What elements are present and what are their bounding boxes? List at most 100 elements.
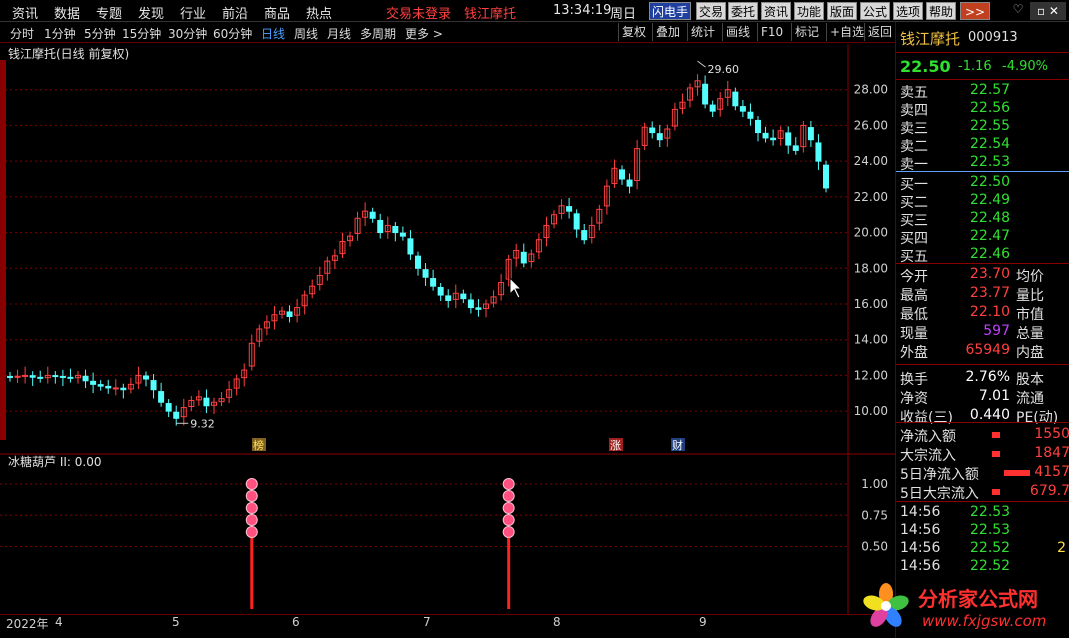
row-value: 23.77	[969, 285, 1010, 301]
f10-button[interactable]: F10	[757, 23, 786, 41]
low-price-label: 9.32	[190, 417, 215, 430]
row-label: 最低	[900, 307, 928, 323]
current-stock: 钱江摩托	[464, 7, 517, 22]
row-label: 最高	[900, 288, 928, 304]
indicator-tick-label: 0.75	[861, 508, 888, 522]
row-value: 22.53	[970, 522, 1011, 538]
stock-name: 钱江摩托	[900, 30, 961, 48]
flash-trade-button[interactable]: 闪电手	[649, 2, 692, 20]
candle-body	[739, 106, 746, 112]
high-price-label: 29.60	[708, 63, 740, 76]
layout-button[interactable]: 版面	[827, 2, 858, 20]
add-watch-button[interactable]: +自选	[826, 23, 867, 41]
row-value: 22.50	[970, 174, 1011, 190]
tick-row: 14:56 22.52 2	[896, 540, 1069, 558]
row-value: 22.54	[970, 136, 1011, 152]
row-label: 14:56	[900, 558, 941, 574]
candle-body	[807, 127, 814, 141]
marker-bang[interactable]: 榜	[253, 438, 264, 452]
row-extra-label: 市值	[1016, 307, 1044, 323]
row-label: 5日净流入额	[900, 467, 979, 483]
flow-bar	[992, 451, 1000, 457]
menu-item-hot[interactable]: 热点	[306, 3, 332, 22]
adjust-button[interactable]: 复权	[618, 23, 649, 41]
menu-item-discover[interactable]: 发现	[138, 3, 164, 22]
mark-button[interactable]: 标记	[791, 23, 822, 41]
row-value: 1847	[1034, 445, 1069, 461]
menu-item-data[interactable]: 数据	[54, 3, 80, 22]
menu-item-industry[interactable]: 行业	[180, 3, 206, 22]
row-value: 22.49	[970, 192, 1011, 208]
formula-button[interactable]: 公式	[860, 2, 891, 20]
row-value: 4157	[1034, 464, 1069, 480]
more-button[interactable]: >>	[960, 2, 990, 20]
menu-item-frontier[interactable]: 前沿	[222, 3, 248, 22]
candle-body	[626, 179, 633, 187]
tab-60min[interactable]: 60分钟	[213, 25, 252, 42]
candle-body	[377, 219, 384, 234]
menu-item-topics[interactable]: 专题	[96, 3, 122, 22]
tab-intraday[interactable]: 分时	[10, 25, 34, 42]
candles-group	[7, 60, 829, 426]
tab-multi[interactable]: 多周期	[360, 25, 396, 42]
login-status[interactable]: 交易未登录	[386, 3, 451, 22]
back-button[interactable]: 返回	[864, 23, 895, 41]
row-value: 22.10	[969, 304, 1010, 320]
kline-chart[interactable]: 钱江摩托(日线 前复权) 28.00 26.00 24.00 22.00 20.00 18…	[0, 44, 895, 614]
stats-button[interactable]: 统计	[687, 23, 718, 41]
bid-row: 买二 22.49	[896, 192, 1069, 211]
bid-row: 买四 22.47	[896, 228, 1069, 247]
row-value: 1550	[1034, 426, 1069, 442]
marker-cai[interactable]: 财	[672, 438, 683, 452]
flow-row: 5日净流入额 4157	[896, 464, 1069, 483]
tab-daily[interactable]: 日线	[261, 25, 285, 42]
row-value: 22.47	[970, 228, 1011, 244]
tab-30min[interactable]: 30分钟	[168, 25, 207, 42]
tab-5min[interactable]: 5分钟	[84, 25, 116, 42]
row-value: 679.7	[1029, 483, 1069, 499]
menu-item-news[interactable]: 资讯	[12, 3, 38, 22]
y-tick-label: 14.00	[854, 333, 888, 347]
mouse-cursor-icon	[509, 276, 523, 299]
function-button[interactable]: 功能	[794, 2, 825, 20]
tab-1min[interactable]: 1分钟	[44, 25, 76, 42]
candle-body	[581, 230, 588, 241]
signal-bead	[502, 514, 515, 526]
indicator-axis: 1.00 0.75 0.50	[861, 477, 888, 554]
draw-button[interactable]: 画线	[722, 23, 753, 41]
indicator-title: 冰糖葫芦 II: 0.00	[8, 454, 101, 469]
y-tick-label: 16.00	[854, 297, 888, 311]
date-label: 6	[292, 615, 300, 629]
window-controls[interactable]: ▫ ✕	[1030, 2, 1066, 20]
row-label: 大宗流入	[900, 448, 956, 464]
stat2-row: 净资 7.01 流通	[896, 388, 1069, 407]
news-button[interactable]: 资讯	[761, 2, 792, 20]
tab-weekly[interactable]: 周线	[294, 25, 318, 42]
signal-bead	[245, 490, 258, 502]
tab-more[interactable]: 更多 >	[405, 25, 443, 42]
candle-body	[770, 137, 777, 141]
tab-monthly[interactable]: 月线	[327, 25, 351, 42]
menu-item-goods[interactable]: 商品	[264, 3, 290, 22]
candle-body	[755, 119, 761, 134]
row-label: 买一	[900, 177, 928, 193]
candle-body	[150, 380, 157, 391]
trade-button[interactable]: 交易	[696, 2, 727, 20]
overlay-button[interactable]: 叠加	[652, 23, 683, 41]
candle-body	[422, 269, 429, 278]
heart-icon[interactable]: ♡	[1008, 2, 1028, 20]
order-button[interactable]: 委托	[728, 2, 759, 20]
tab-15min[interactable]: 15分钟	[122, 25, 161, 42]
candle-body	[82, 375, 89, 382]
options-button[interactable]: 选项	[893, 2, 924, 20]
signal-bead	[502, 490, 515, 502]
marker-zhang[interactable]: 涨	[610, 439, 621, 452]
candle-body	[762, 132, 769, 139]
candle-body	[415, 255, 421, 269]
help-button[interactable]: 帮助	[926, 2, 957, 20]
row-value: 0.440	[969, 407, 1010, 423]
signal-bead	[502, 502, 515, 514]
candle-body	[392, 226, 399, 234]
row-extra-label: PE(动)	[1016, 410, 1059, 426]
row-label: 卖四	[900, 103, 928, 119]
